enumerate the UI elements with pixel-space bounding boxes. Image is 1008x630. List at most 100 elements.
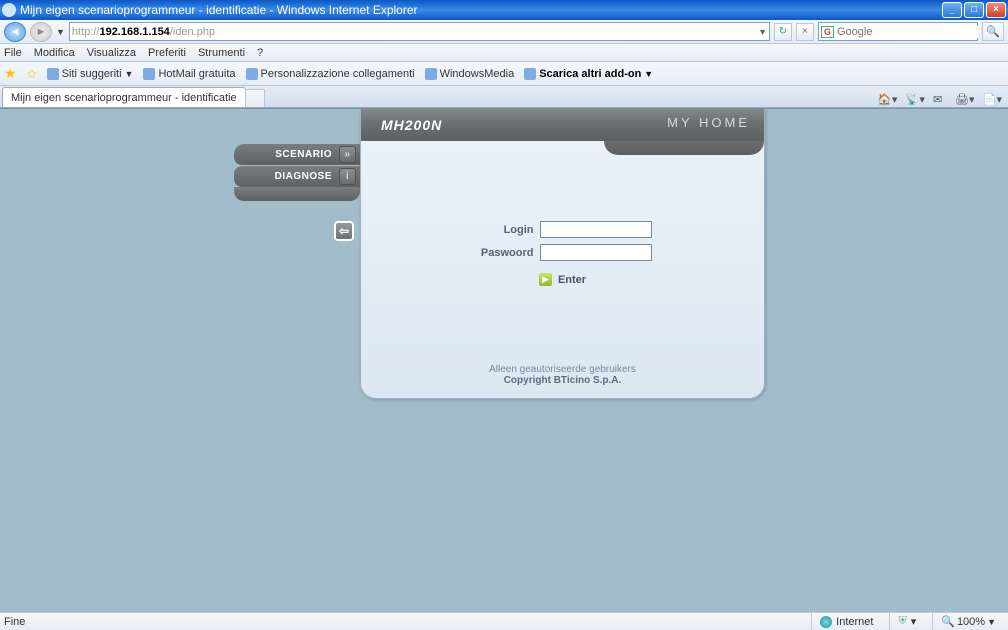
readmail-button[interactable]: ✉ xyxy=(933,93,947,107)
link-hotmail[interactable]: HotMail gratuita xyxy=(143,68,235,80)
link-addons-label: Scarica altri add-on xyxy=(539,68,641,80)
window-titlebar: Mijn eigen scenarioprogrammeur - identif… xyxy=(0,0,1008,20)
google-icon: G xyxy=(821,26,834,38)
stop-icon: × xyxy=(802,26,808,37)
sidebar-scenario-label: SCENARIO xyxy=(275,149,332,160)
menu-edit[interactable]: Modifica xyxy=(34,47,75,59)
menu-view[interactable]: Visualizza xyxy=(87,47,136,59)
window-title: Mijn eigen scenarioprogrammeur - identif… xyxy=(20,3,940,17)
search-icon: 🔍 xyxy=(986,25,1000,38)
search-input[interactable] xyxy=(837,26,979,38)
favorites-bar: ★ ✩ Siti suggeriti ▼ HotMail gratuita Pe… xyxy=(0,62,1008,86)
add-favorite-icon[interactable]: ✩ xyxy=(27,67,37,81)
page-icon xyxy=(246,68,258,80)
tab-label: Mijn eigen scenarioprogrammeur - identif… xyxy=(11,92,237,104)
printer-icon: 🖨 xyxy=(955,93,969,107)
nav-toolbar: ◄ ► ▼ http:// 192.168.1.154 /iden.php ▼ … xyxy=(0,20,1008,44)
print-button[interactable]: 🖨▾ xyxy=(955,93,975,107)
refresh-button[interactable]: ↻ xyxy=(774,23,792,41)
page-icon: 📄 xyxy=(982,93,996,107)
zoom-value: 100% xyxy=(957,616,985,628)
minimize-button[interactable]: _ xyxy=(942,2,962,18)
url-path: /iden.php xyxy=(170,26,215,38)
password-label: Paswoord xyxy=(474,247,534,259)
side-menu: SCENARIO » DIAGNOSE i xyxy=(234,144,360,201)
page-icon xyxy=(143,68,155,80)
tab-active[interactable]: Mijn eigen scenarioprogrammeur - identif… xyxy=(2,87,246,107)
menu-file[interactable]: File xyxy=(4,47,22,59)
page-icon xyxy=(524,68,536,80)
footer-line1: Alleen geautoriseerde gebruikers xyxy=(361,364,764,375)
link-windowsmedia-label: WindowsMedia xyxy=(440,68,515,80)
favorites-star-icon[interactable]: ★ xyxy=(4,65,17,82)
mail-icon: ✉ xyxy=(933,93,947,107)
info-icon: i xyxy=(339,168,356,185)
address-bar[interactable]: http:// 192.168.1.154 /iden.php ▼ xyxy=(69,22,770,41)
enter-label: Enter xyxy=(558,274,586,286)
url-dropdown-icon[interactable]: ▼ xyxy=(758,27,767,37)
status-bar: Fine Internet ⛨▾ 🔍 100% ▼ xyxy=(0,612,1008,630)
sidebar-item-scenario[interactable]: SCENARIO » xyxy=(234,144,360,165)
url-input-tail[interactable] xyxy=(215,26,758,38)
sidebar-item-diagnose[interactable]: DIAGNOSE i xyxy=(234,166,360,187)
feeds-button[interactable]: 📡▾ xyxy=(905,93,925,107)
enter-button[interactable]: ▶ Enter xyxy=(539,273,586,286)
menu-bar: File Modifica Visualizza Preferiti Strum… xyxy=(0,44,1008,62)
protected-mode[interactable]: ⛨▾ xyxy=(889,613,924,630)
search-button[interactable]: 🔍 xyxy=(982,22,1004,41)
back-square-button[interactable]: ⇦ xyxy=(334,221,354,241)
url-prefix: http:// xyxy=(72,26,100,38)
forward-arrow-icon: ► xyxy=(36,26,47,38)
page-icon xyxy=(47,68,59,80)
zoom-icon: 🔍 xyxy=(941,615,955,628)
footer-copyright: Copyright BTicino S.p.A. xyxy=(361,375,764,386)
link-addons[interactable]: Scarica altri add-on ▼ xyxy=(524,68,653,80)
login-form: Login Paswoord ▶ Enter xyxy=(361,221,764,286)
shield-icon: ⛨ xyxy=(898,615,906,628)
new-tab-button[interactable] xyxy=(245,89,265,107)
status-zone[interactable]: Internet xyxy=(811,613,881,630)
maximize-button[interactable]: □ xyxy=(964,2,984,18)
login-panel: MH200N MY HOME Login Paswoord ▶ Enter Al… xyxy=(360,109,765,399)
menu-favorites[interactable]: Preferiti xyxy=(148,47,186,59)
menu-help[interactable]: ? xyxy=(257,47,263,59)
link-personalization[interactable]: Personalizzazione collegamenti xyxy=(246,68,415,80)
link-suggested-sites[interactable]: Siti suggeriti ▼ xyxy=(47,68,134,80)
back-arrow-icon: ◄ xyxy=(10,26,21,38)
link-windowsmedia[interactable]: WindowsMedia xyxy=(425,68,515,80)
tab-bar: Mijn eigen scenarioprogrammeur - identif… xyxy=(0,86,1008,108)
login-label: Login xyxy=(474,224,534,236)
sidebar-footer-bar xyxy=(234,187,360,201)
command-bar: 🏠▾ 📡▾ ✉ 🖨▾ 📄▾ xyxy=(878,93,1006,107)
internet-icon xyxy=(820,616,832,628)
page-button[interactable]: 📄▾ xyxy=(982,93,1002,107)
login-input[interactable] xyxy=(540,221,652,238)
enter-arrow-icon: ▶ xyxy=(539,273,552,286)
link-suggested-label: Siti suggeriti xyxy=(62,68,122,80)
close-button[interactable]: × xyxy=(986,2,1006,18)
link-hotmail-label: HotMail gratuita xyxy=(158,68,235,80)
zoom-control[interactable]: 🔍 100% ▼ xyxy=(932,613,1004,630)
link-personalization-label: Personalizzazione collegamenti xyxy=(261,68,415,80)
url-host: 192.168.1.154 xyxy=(99,26,169,38)
forward-button[interactable]: ► xyxy=(30,22,52,42)
back-button[interactable]: ◄ xyxy=(4,22,26,42)
ie-icon xyxy=(2,3,16,17)
status-text: Fine xyxy=(4,616,25,628)
home-button[interactable]: 🏠▾ xyxy=(878,93,898,107)
menu-tools[interactable]: Strumenti xyxy=(198,47,245,59)
page-content: SCENARIO » DIAGNOSE i ⇦ MH200N MY HOME L… xyxy=(0,108,1008,616)
sidebar-diagnose-label: DIAGNOSE xyxy=(275,171,332,182)
home-icon: 🏠 xyxy=(878,93,892,107)
zone-label: Internet xyxy=(836,616,873,628)
nav-history-dropdown[interactable]: ▼ xyxy=(56,27,65,37)
myhome-logo: MY HOME xyxy=(667,115,750,130)
page-icon xyxy=(425,68,437,80)
refresh-icon: ↻ xyxy=(779,26,787,37)
password-input[interactable] xyxy=(540,244,652,261)
back-arrow-icon: ⇦ xyxy=(339,224,349,238)
panel-footer: Alleen geautoriseerde gebruikers Copyrig… xyxy=(361,364,764,386)
search-box[interactable]: G xyxy=(818,22,978,41)
rss-icon: 📡 xyxy=(905,93,919,107)
stop-button[interactable]: × xyxy=(796,23,814,41)
